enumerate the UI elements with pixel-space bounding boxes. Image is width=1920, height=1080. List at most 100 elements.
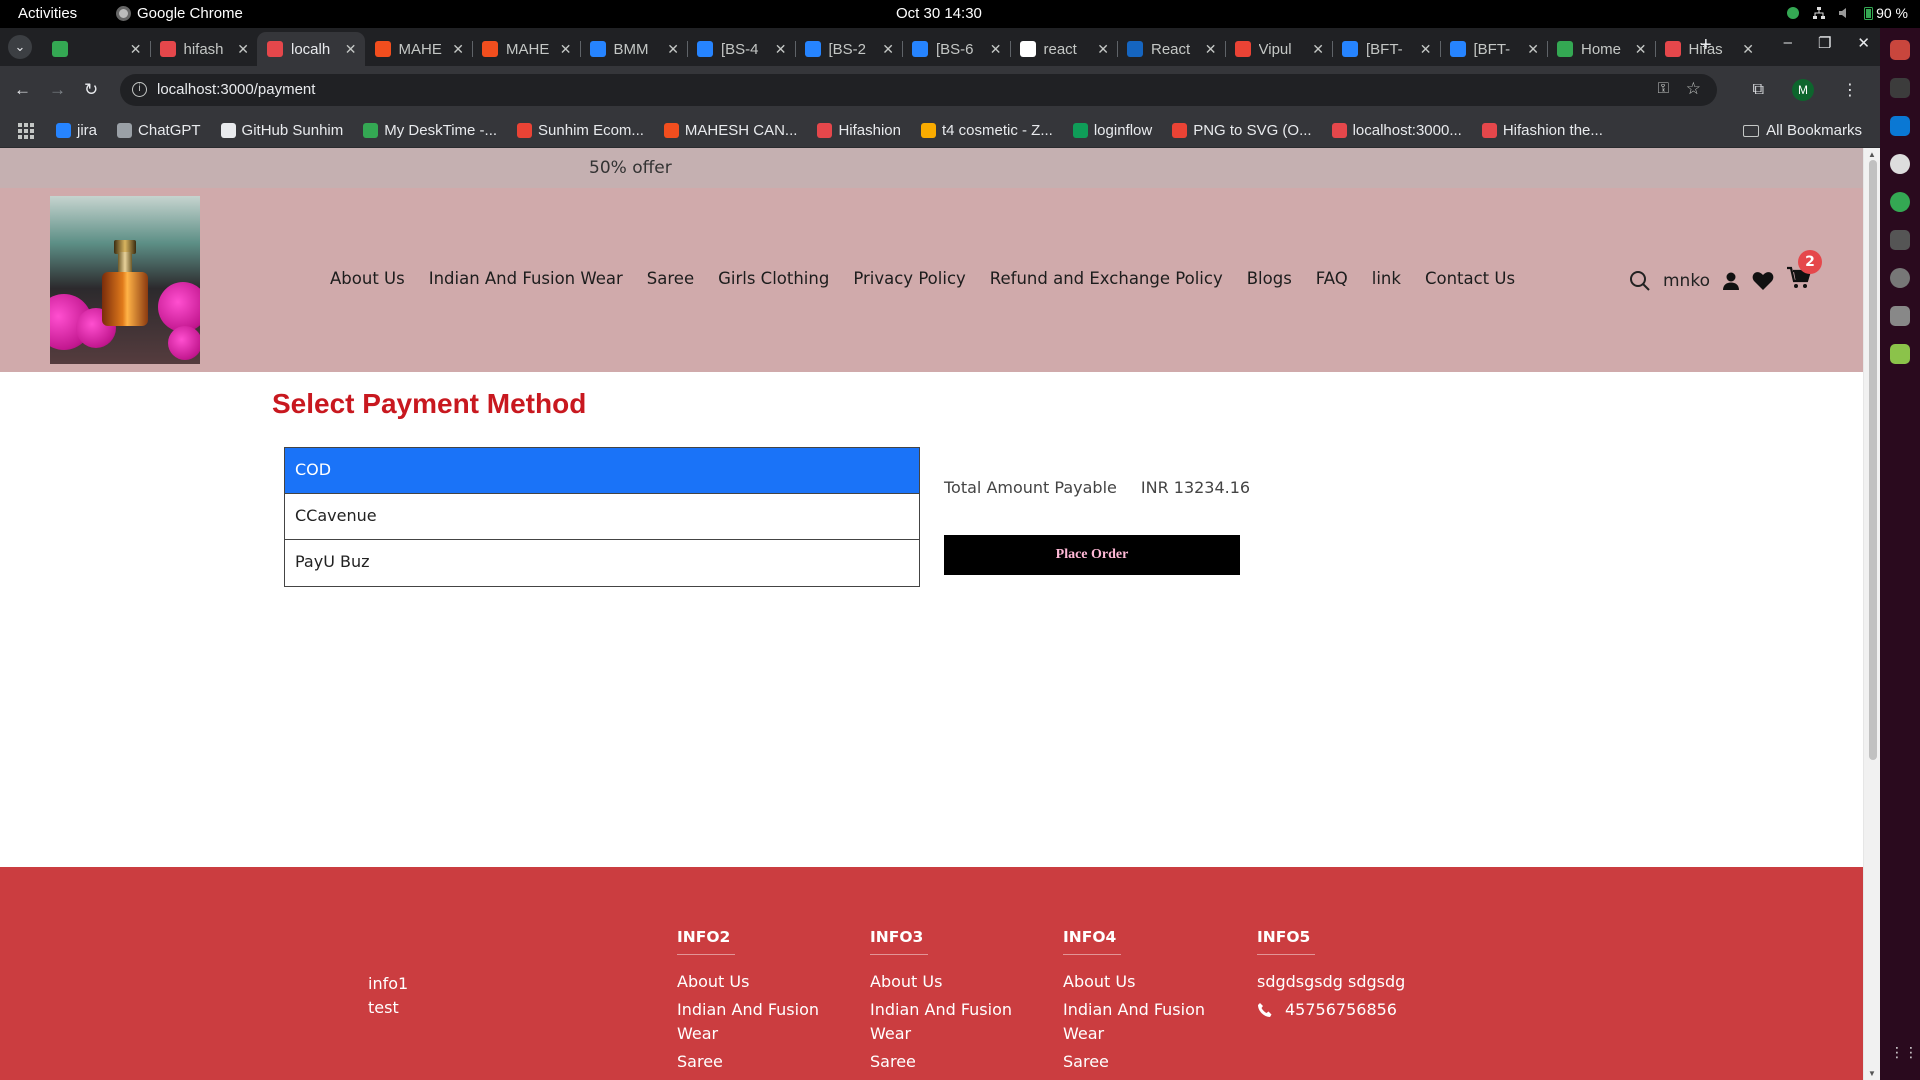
tab-close-icon[interactable]: ✕ (1205, 41, 1217, 58)
desktime-app-icon[interactable] (1890, 192, 1910, 212)
bookmark-item[interactable]: Sunhim Ecom... (517, 122, 644, 139)
site-logo[interactable] (50, 196, 200, 364)
password-key-icon[interactable]: ⚿ (1658, 80, 1669, 97)
clock[interactable]: Oct 30 14:30 (896, 5, 982, 22)
scroll-up-arrow[interactable]: ▲ (1868, 150, 1876, 159)
browser-tab[interactable]: [BS-2 ✕ (794, 32, 903, 66)
footer-link[interactable]: Indian And Fusion Wear (870, 998, 1030, 1046)
cart-button[interactable]: 2 (1786, 250, 1822, 295)
tab-close-icon[interactable]: ✕ (990, 41, 1002, 58)
bookmark-item[interactable]: GitHub Sunhim (220, 122, 343, 139)
chrome-app-icon[interactable] (1890, 154, 1910, 174)
tab-close-icon[interactable]: ✕ (345, 41, 357, 58)
nav-link[interactable]: Girls Clothing (718, 269, 829, 288)
nav-link[interactable]: FAQ (1316, 269, 1348, 288)
payment-method-option[interactable]: CCavenue (285, 494, 919, 540)
back-button[interactable]: ← (14, 80, 31, 100)
menu-icon[interactable]: ⋮ (1842, 80, 1858, 100)
tab-close-icon[interactable]: ✕ (1527, 41, 1539, 58)
browser-tab[interactable]: Vipul ✕ (1224, 32, 1333, 66)
minimize-button[interactable]: – (1784, 34, 1792, 52)
username[interactable]: mnko (1663, 271, 1710, 291)
maximize-button[interactable]: ❐ (1818, 34, 1831, 52)
tab-close-icon[interactable]: ✕ (1742, 41, 1754, 58)
app-menu[interactable]: Google Chrome (116, 5, 243, 22)
settings-app-icon[interactable] (1890, 268, 1910, 288)
nav-link[interactable]: Contact Us (1425, 269, 1515, 288)
footer-link[interactable]: Saree (677, 1050, 837, 1074)
profile-avatar[interactable]: M (1792, 79, 1814, 101)
browser-tab[interactable]: BMM ✕ (579, 32, 688, 66)
browser-tab[interactable]: MAHE ✕ (472, 32, 580, 66)
terminal-app-icon[interactable] (1890, 78, 1910, 98)
apps-grid-icon[interactable] (18, 122, 34, 139)
browser-tab[interactable]: MAHE ✕ (365, 32, 473, 66)
bookmark-item[interactable]: PNG to SVG (O... (1172, 122, 1312, 139)
bookmark-item[interactable]: localhost:3000... (1331, 122, 1462, 139)
bookmark-item[interactable]: MAHESH CAN... (663, 122, 797, 139)
tab-close-icon[interactable]: ✕ (1097, 41, 1109, 58)
tab-close-icon[interactable]: ✕ (667, 41, 679, 58)
scroll-down-arrow[interactable]: ▼ (1868, 1069, 1876, 1078)
bookmark-item[interactable]: loginflow (1072, 122, 1152, 139)
vscode-app-icon[interactable] (1890, 116, 1910, 136)
tab-search-button[interactable]: ⌄ (8, 35, 32, 59)
tab-close-icon[interactable]: ✕ (452, 41, 464, 58)
software-app-icon[interactable] (1890, 344, 1910, 364)
user-icon[interactable] (1722, 271, 1740, 291)
browser-tab[interactable]: Home ✕ (1547, 32, 1655, 66)
browser-tab[interactable]: localh ✕ (257, 32, 365, 66)
bookmark-item[interactable]: t4 cosmetic - Z... (920, 122, 1053, 139)
tab-close-icon[interactable]: ✕ (775, 41, 787, 58)
browser-tab[interactable]: react ✕ (1009, 32, 1118, 66)
browser-tab[interactable]: [BFT- ✕ (1439, 32, 1548, 66)
tab-close-icon[interactable]: ✕ (1420, 41, 1432, 58)
footer-link[interactable]: Indian And Fusion Wear (677, 998, 837, 1046)
close-window-button[interactable]: ✕ (1857, 34, 1870, 52)
footer-link[interactable]: Indian And Fusion Wear (1063, 998, 1223, 1046)
tab-close-icon[interactable]: ✕ (882, 41, 894, 58)
payment-method-option[interactable]: COD (285, 448, 919, 494)
url-text[interactable]: localhost:3000/payment (157, 81, 315, 98)
monitor-app-icon[interactable] (1890, 230, 1910, 250)
footer-link[interactable]: Saree (1063, 1050, 1223, 1074)
bookmark-item[interactable]: My DeskTime -... (363, 122, 497, 139)
browser-tab[interactable]: [BS-6 ✕ (902, 32, 1010, 66)
activities-button[interactable]: Activities (18, 5, 77, 22)
bookmark-item[interactable]: jira (56, 122, 97, 139)
system-tray[interactable]: 90 % (1786, 5, 1908, 21)
tab-close-icon[interactable]: ✕ (237, 41, 249, 58)
new-tab-button[interactable]: + (1700, 34, 1712, 57)
nav-link[interactable]: Privacy Policy (853, 269, 965, 288)
browser-tab[interactable]: ✕ (42, 32, 150, 66)
scrollbar-thumb[interactable] (1869, 160, 1877, 760)
browser-tab[interactable]: [BFT- ✕ (1332, 32, 1440, 66)
nav-link[interactable]: Indian And Fusion Wear (429, 269, 623, 288)
address-bar[interactable]: i localhost:3000/payment ⚿ ☆ (120, 74, 1717, 106)
browser-tab[interactable]: React ✕ (1117, 32, 1225, 66)
footer-phone[interactable]: 45756756856 (1257, 998, 1417, 1022)
bookmark-item[interactable]: Hifashion (817, 122, 901, 139)
bookmark-item[interactable]: ChatGPT (117, 122, 201, 139)
all-bookmarks-button[interactable]: All Bookmarks (1743, 122, 1862, 139)
browser-tab[interactable]: hifash ✕ (149, 32, 258, 66)
files-app-icon[interactable] (1890, 40, 1910, 60)
place-order-button[interactable]: Place Order (944, 535, 1240, 575)
heart-icon[interactable] (1752, 271, 1774, 291)
reload-button[interactable]: ↻ (84, 80, 98, 100)
search-icon[interactable] (1629, 270, 1651, 292)
nav-link[interactable]: link (1372, 269, 1401, 288)
site-info-icon[interactable]: i (132, 82, 147, 97)
nav-link[interactable]: Blogs (1247, 269, 1292, 288)
tab-close-icon[interactable]: ✕ (130, 41, 142, 58)
footer-link[interactable]: About Us (677, 970, 837, 994)
extensions-icon[interactable]: ⧉ (1753, 81, 1764, 99)
bookmark-star-icon[interactable]: ☆ (1686, 79, 1701, 99)
nav-link[interactable]: Refund and Exchange Policy (990, 269, 1223, 288)
nav-link[interactable]: About Us (330, 269, 405, 288)
footer-link[interactable]: Saree (870, 1050, 1030, 1074)
page-scrollbar[interactable]: ▲ ▼ (1863, 148, 1880, 1080)
tab-close-icon[interactable]: ✕ (560, 41, 572, 58)
bookmark-item[interactable]: Hifashion the... (1481, 122, 1603, 139)
browser-tab[interactable]: [BS-4 ✕ (687, 32, 795, 66)
